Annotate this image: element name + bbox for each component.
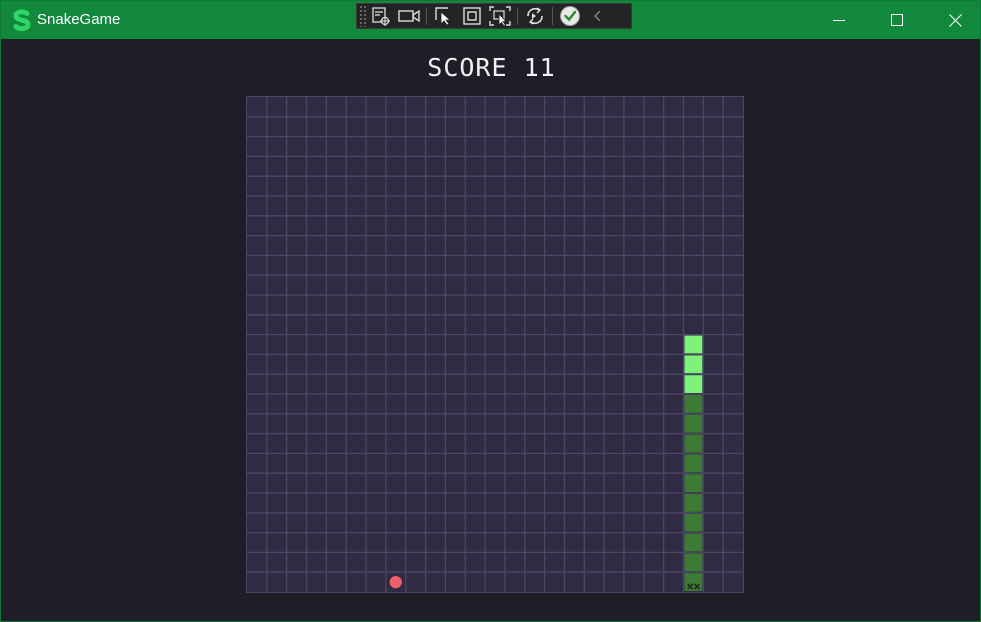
title-bar[interactable]: SnakeGame <box>1 1 980 39</box>
toolbar-grip[interactable] <box>359 5 367 27</box>
board-canvas <box>246 96 744 593</box>
snake-head-segment <box>684 335 703 354</box>
snake-body-segment <box>684 474 703 492</box>
score-value: 11 <box>523 53 556 82</box>
track-focused-element-icon[interactable] <box>486 4 514 28</box>
snake-body-segment <box>684 494 703 512</box>
binding-failures-icon[interactable] <box>556 4 584 28</box>
close-icon <box>948 13 962 27</box>
maximize-icon <box>891 14 903 26</box>
food-apple <box>389 575 402 589</box>
collapse-toolbar-icon[interactable] <box>584 4 612 28</box>
snake-body-segment <box>684 533 703 552</box>
snake-body-segment <box>684 414 703 433</box>
snake-body-segment <box>684 513 703 532</box>
maximize-button[interactable] <box>868 1 926 39</box>
snake-body-segment <box>684 434 703 453</box>
snake-head-segment <box>684 355 703 374</box>
snake-body-segment <box>684 454 703 473</box>
snake-body-segment <box>684 553 703 572</box>
minimize-icon <box>833 20 845 21</box>
minimize-button[interactable] <box>810 1 868 39</box>
game-window: SnakeGame SCORE 11 <box>0 0 981 622</box>
game-board[interactable] <box>246 96 744 593</box>
board-background <box>246 96 744 593</box>
debug-toolbar <box>356 3 632 29</box>
toolbar-separator <box>552 7 553 25</box>
record-icon[interactable] <box>395 4 423 28</box>
visual-tree-icon[interactable] <box>367 4 395 28</box>
toolbar-separator <box>426 7 427 25</box>
close-button[interactable] <box>926 1 981 39</box>
display-layout-adorners-icon[interactable] <box>458 4 486 28</box>
score-display: SCORE 11 <box>1 53 981 82</box>
window-title: SnakeGame <box>37 11 121 28</box>
toolbar-separator <box>517 7 518 25</box>
snake-body-segment <box>684 395 703 413</box>
score-label: SCORE <box>427 53 508 82</box>
snake-logo-icon <box>13 9 31 31</box>
snake-head-segment <box>684 375 703 393</box>
hot-reload-icon[interactable] <box>521 4 549 28</box>
select-element-icon[interactable] <box>430 4 458 28</box>
